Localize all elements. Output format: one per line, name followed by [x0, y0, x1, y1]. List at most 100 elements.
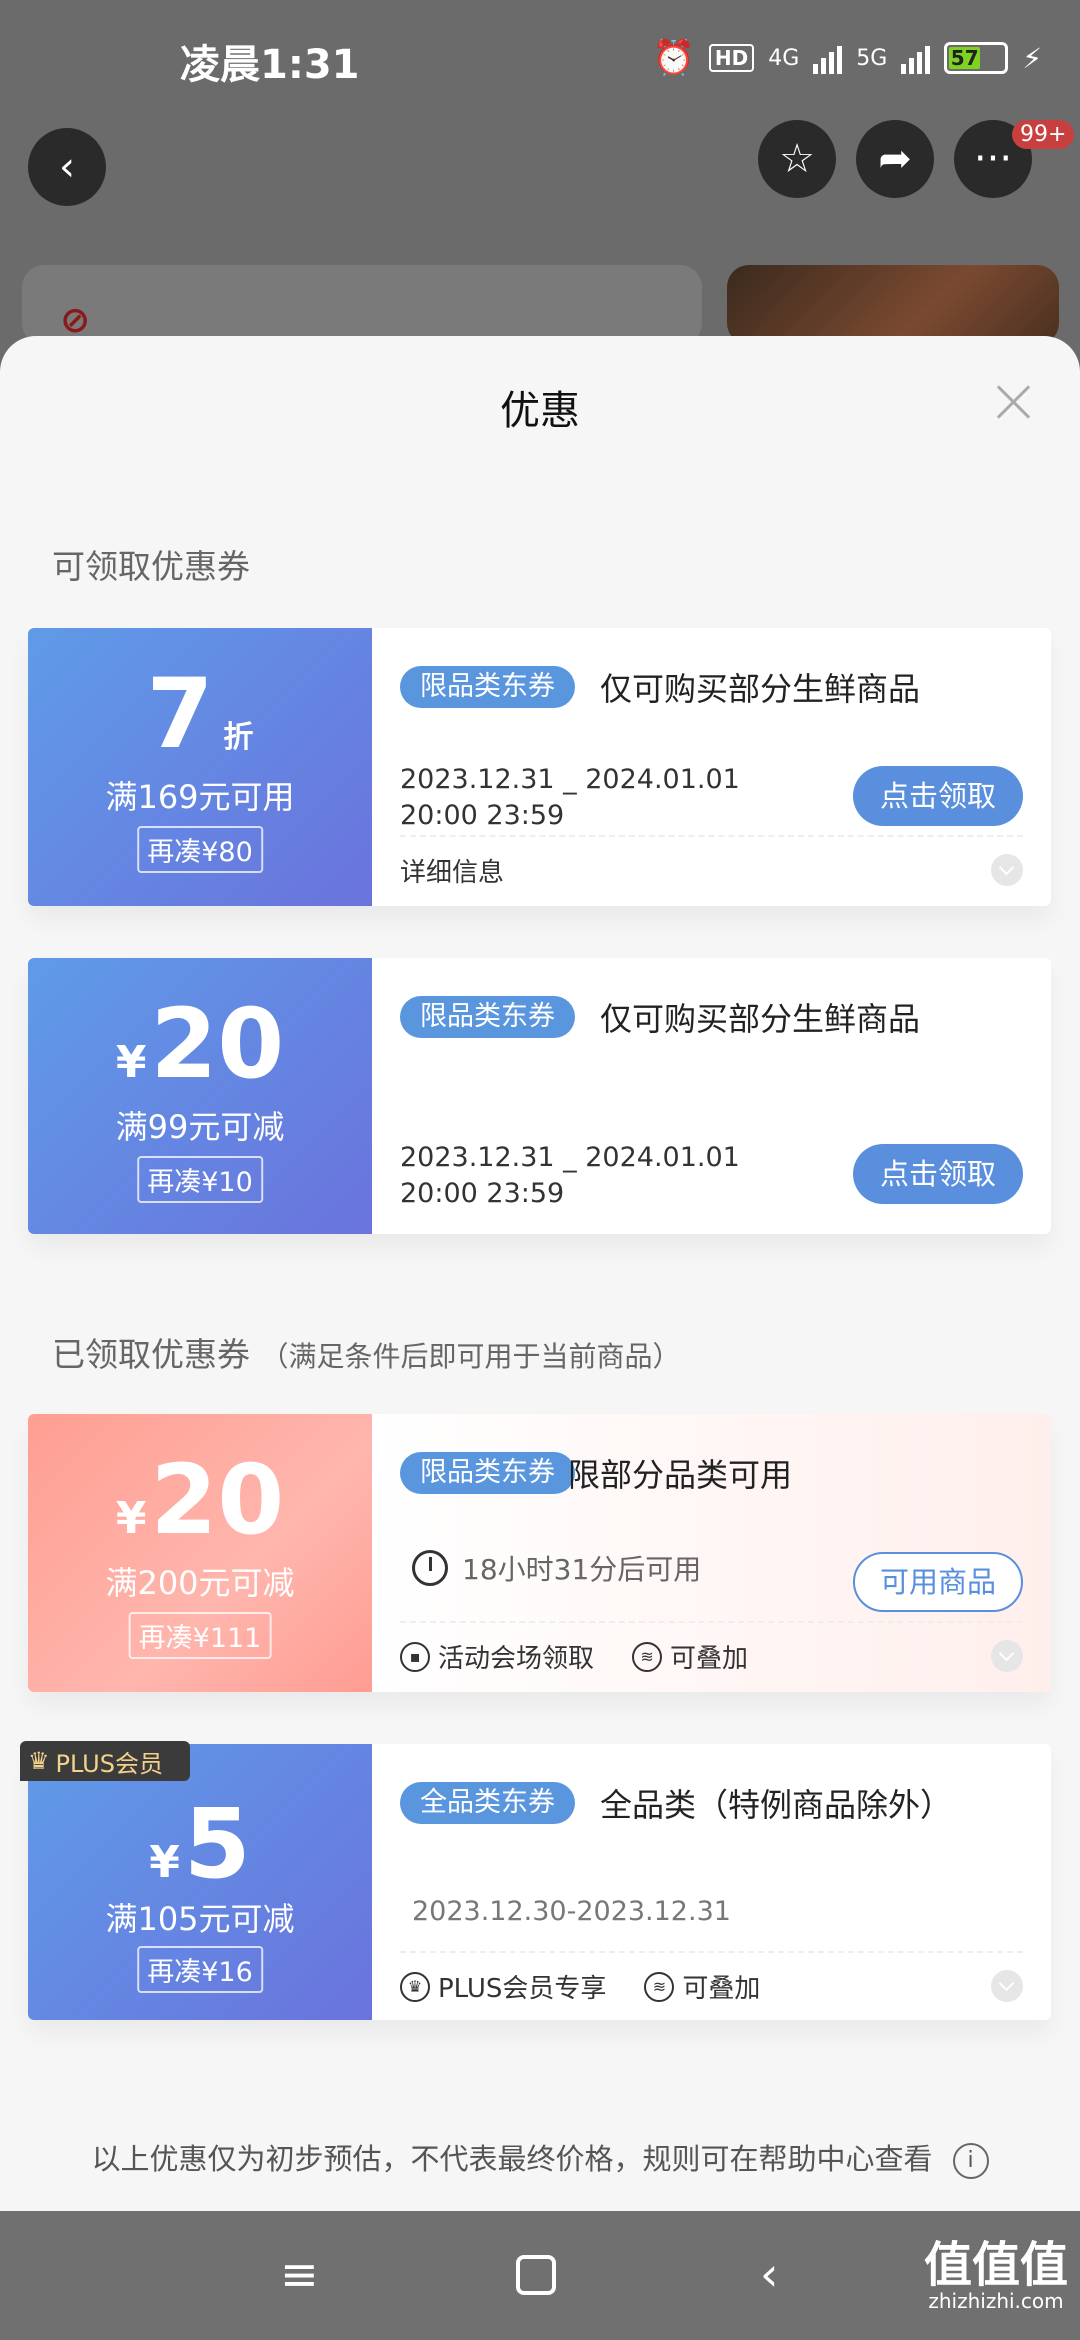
claim-button[interactable]: 点击领取	[853, 766, 1023, 826]
chevron-down-icon[interactable]	[991, 854, 1023, 886]
coupon-info-panel: 限品类东券 仅可购买部分生鲜商品 2023.12.31 _ 2024.01.01…	[372, 958, 1051, 1234]
disclaimer-text: 以上优惠仅为初步预估，不代表最终价格，规则可在帮助中心查看	[91, 2142, 933, 2176]
claim-button[interactable]: 点击领取	[853, 1144, 1023, 1204]
coupon-tag: 限品类东券	[400, 666, 575, 708]
battery-icon: 57	[944, 42, 1009, 74]
coupon-value: 20	[150, 988, 285, 1100]
ticket-icon: ▪	[400, 1641, 430, 1672]
coupon-dates: 2023.12.31 _ 2024.01.01 20:00 23:59	[400, 1142, 740, 1209]
close-icon[interactable]	[996, 384, 1032, 420]
watermark: 值值值 zhizhizhi.com	[924, 2240, 1068, 2312]
stack-icon: ≋	[644, 1971, 675, 2002]
signal-icon-2	[901, 42, 931, 74]
coupon-info-2: 可叠加	[682, 1974, 761, 2004]
coupon-card: ¥5 满105元可减 再凑¥16 全品类东券 全品类（特例商品除外） 2023.…	[28, 1744, 1051, 2020]
coupon-info-row: ▪ 活动会场领取 ≋ 可叠加	[400, 1638, 748, 1675]
share-button[interactable]: ➦	[856, 120, 934, 198]
coupon-add-more: 再凑¥10	[137, 1156, 263, 1203]
status-bar: 凌晨1:31 ⏰ HD 4G 5G 57 ⚡	[0, 0, 1080, 118]
top-bar: ‹ ☆ ➦ ···	[0, 118, 1080, 218]
hd-badge: HD	[708, 44, 755, 72]
back-arrow-icon: ‹	[59, 144, 75, 190]
home-icon[interactable]	[516, 2255, 556, 2295]
alarm-icon: ⏰	[652, 38, 695, 78]
coupon-info-2: 可叠加	[670, 1644, 749, 1674]
info-icon[interactable]: i	[952, 2143, 989, 2179]
chevron-down-icon[interactable]	[991, 1640, 1023, 1672]
back-button[interactable]: ‹	[28, 128, 106, 206]
star-icon: ☆	[779, 136, 815, 182]
coupon-timer-text: 18小时31分后可用	[462, 1553, 702, 1586]
coupon-title: 仅可购买部分生鲜商品	[600, 1000, 921, 1038]
sheet-title: 优惠	[500, 388, 580, 434]
coupon-value-panel: 7折 满169元可用 再凑¥80	[28, 628, 372, 906]
charging-icon: ⚡	[1022, 41, 1042, 75]
plus-ribbon-label: PLUS会员	[55, 1749, 163, 1778]
favorite-button[interactable]: ☆	[758, 120, 836, 198]
coupon-card: ¥20 满99元可减 再凑¥10 限品类东券 仅可购买部分生鲜商品 2023.1…	[28, 958, 1051, 1234]
coupon-card: ¥20 满200元可减 再凑¥111 限品类东券 限部分品类可用 18小时31分…	[28, 1414, 1051, 1692]
available-products-button[interactable]: 可用商品	[853, 1552, 1023, 1612]
watermark-logo: 值值值	[923, 2237, 1068, 2293]
coupon-value: 5	[183, 1788, 251, 1900]
net-5g-label: 5G	[856, 45, 888, 71]
coupon-value-panel: ¥20 满99元可减 再凑¥10	[28, 958, 372, 1234]
coupon-title: 全品类（特例商品除外）	[600, 1786, 953, 1824]
background-shop-card	[22, 265, 702, 345]
coupon-value-panel: ¥20 满200元可减 再凑¥111	[28, 1414, 372, 1692]
coupon-info-1: PLUS会员专享	[438, 1974, 607, 2004]
coupon-dates: 2023.12.31 _ 2024.01.01 20:00 23:59	[400, 764, 740, 831]
coupon-unit: 折	[223, 720, 254, 755]
status-time: 凌晨1:31	[180, 42, 360, 88]
coupon-title: 限部分品类可用	[568, 1456, 793, 1494]
disclaimer: 以上优惠仅为初步预估，不代表最终价格，规则可在帮助中心查看 i	[0, 2136, 1080, 2179]
signal-icon	[813, 42, 843, 74]
menu-icon[interactable]: ≡	[280, 2247, 319, 2301]
watermark-site: zhizhizhi.com	[928, 2289, 1064, 2313]
coupon-timer: 18小时31分后可用	[412, 1548, 701, 1588]
coupon-add-more: 再凑¥16	[137, 1946, 263, 1993]
coupon-add-more: 再凑¥80	[137, 826, 263, 873]
clock-icon	[412, 1550, 448, 1586]
coupon-value-panel: ¥5 满105元可减 再凑¥16	[28, 1744, 372, 2020]
coupon-dates: 2023.12.30-2023.12.31	[412, 1896, 731, 1927]
status-icons: ⏰ HD 4G 5G 57 ⚡	[653, 38, 1042, 78]
section-received-title: 已领取优惠券 （满足条件后即可用于当前商品）	[52, 1328, 681, 1376]
more-dots-icon: ···	[973, 136, 1013, 182]
section-received-label: 已领取优惠券	[52, 1335, 250, 1374]
coupon-condition: 满200元可减	[105, 1564, 295, 1602]
coupon-add-more: 再凑¥111	[128, 1612, 272, 1659]
coupon-currency: ¥	[115, 1037, 147, 1088]
chevron-down-icon[interactable]	[991, 1970, 1023, 2002]
coupon-title: 仅可购买部分生鲜商品	[600, 670, 921, 708]
coupon-info-panel: 限品类东券 仅可购买部分生鲜商品 2023.12.31 _ 2024.01.01…	[372, 628, 1051, 906]
section-available-title: 可领取优惠券	[52, 547, 250, 586]
crown-icon: ♛	[400, 1971, 430, 2002]
coupon-info-panel: 全品类东券 全品类（特例商品除外） 2023.12.30-2023.12.31 …	[372, 1744, 1051, 2020]
coupon-value: 7	[146, 658, 214, 770]
share-icon: ➦	[878, 136, 912, 182]
coupon-condition: 满105元可减	[105, 1900, 295, 1938]
coupon-sheet: 优惠 可领取优惠券 7折 满169元可用 再凑¥80 限品类东券 仅可购买部分生…	[0, 336, 1080, 2211]
coupon-card: 7折 满169元可用 再凑¥80 限品类东券 仅可购买部分生鲜商品 2023.1…	[28, 628, 1051, 906]
coupon-detail-link[interactable]: 详细信息	[400, 852, 504, 889]
coupon-info-row: ♛ PLUS会员专享 ≋ 可叠加	[400, 1968, 760, 2005]
coupon-info-1: 活动会场领取	[438, 1644, 595, 1674]
coupon-currency: ¥	[149, 1837, 180, 1888]
system-nav-bar: ≡ ‹	[0, 2211, 1080, 2340]
back-icon[interactable]: ‹	[760, 2247, 778, 2301]
crown-icon: ♛	[28, 1747, 50, 1775]
coupon-condition: 满99元可减	[115, 1108, 285, 1146]
coupon-tag: 限品类东券	[400, 996, 575, 1038]
coupon-condition: 满169元可用	[105, 778, 295, 816]
coupon-tag: 全品类东券	[400, 1782, 575, 1824]
battery-level: 57	[949, 46, 981, 70]
coupon-tag: 限品类东券	[400, 1452, 575, 1494]
plus-member-ribbon: ♛ PLUS会员	[20, 1741, 190, 1781]
message-count-badge: 99+	[1012, 120, 1075, 149]
background-product-image	[727, 265, 1059, 345]
section-received-note: （满足条件后即可用于当前商品）	[260, 1340, 681, 1373]
coupon-info-panel: 限品类东券 限部分品类可用 18小时31分后可用 可用商品 ▪ 活动会场领取 ≋ 可…	[372, 1414, 1051, 1692]
stack-icon: ≋	[632, 1641, 663, 1672]
net-4g-label: 4G	[768, 45, 800, 71]
